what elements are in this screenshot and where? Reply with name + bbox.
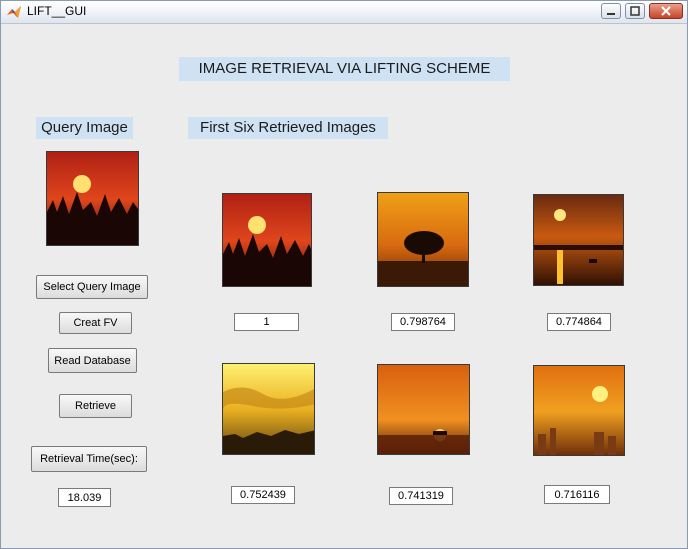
maximize-icon[interactable] — [625, 3, 645, 19]
query-image-label: Query Image — [36, 117, 133, 139]
retrieved-image-5 — [377, 364, 470, 455]
figure-panel: IMAGE RETRIEVAL VIA LIFTING SCHEME Query… — [1, 24, 687, 548]
page-title: IMAGE RETRIEVAL VIA LIFTING SCHEME — [179, 57, 510, 81]
retrieved-image-3 — [533, 194, 624, 286]
read-database-button[interactable]: Read Database — [48, 348, 137, 373]
retrieved-image-2 — [377, 192, 469, 287]
retrieved-image-4 — [222, 363, 315, 455]
matlab-icon — [6, 4, 22, 20]
score-field-2[interactable]: 0.798764 — [391, 313, 455, 331]
score-field-6[interactable]: 0.716116 — [544, 485, 610, 504]
window-title: LIFT__GUI — [27, 4, 87, 18]
query-image — [46, 151, 139, 246]
retrieved-image-6 — [533, 365, 625, 456]
score-field-5[interactable]: 0.741319 — [389, 487, 453, 505]
title-bar[interactable]: LIFT__GUI — [1, 1, 687, 24]
close-icon[interactable] — [649, 3, 683, 19]
retrieval-time-field[interactable]: 18.039 — [58, 488, 111, 507]
score-field-1[interactable]: 1 — [234, 313, 299, 331]
retrieve-button[interactable]: Retrieve — [59, 394, 132, 418]
score-field-3[interactable]: 0.774864 — [547, 313, 611, 331]
minimize-icon[interactable] — [601, 3, 621, 19]
retrieved-image-1 — [222, 193, 312, 287]
select-query-image-button[interactable]: Select Query Image — [36, 275, 148, 299]
score-field-4[interactable]: 0.752439 — [231, 486, 295, 504]
retrieval-time-button[interactable]: Retrieval Time(sec): — [31, 446, 147, 472]
retrieved-images-label: First Six Retrieved Images — [188, 117, 388, 139]
creat-fv-button[interactable]: Creat FV — [59, 312, 132, 334]
app-window: LIFT__GUI IMAGE RETRIEVAL VIA LIFTING SC… — [0, 0, 688, 549]
